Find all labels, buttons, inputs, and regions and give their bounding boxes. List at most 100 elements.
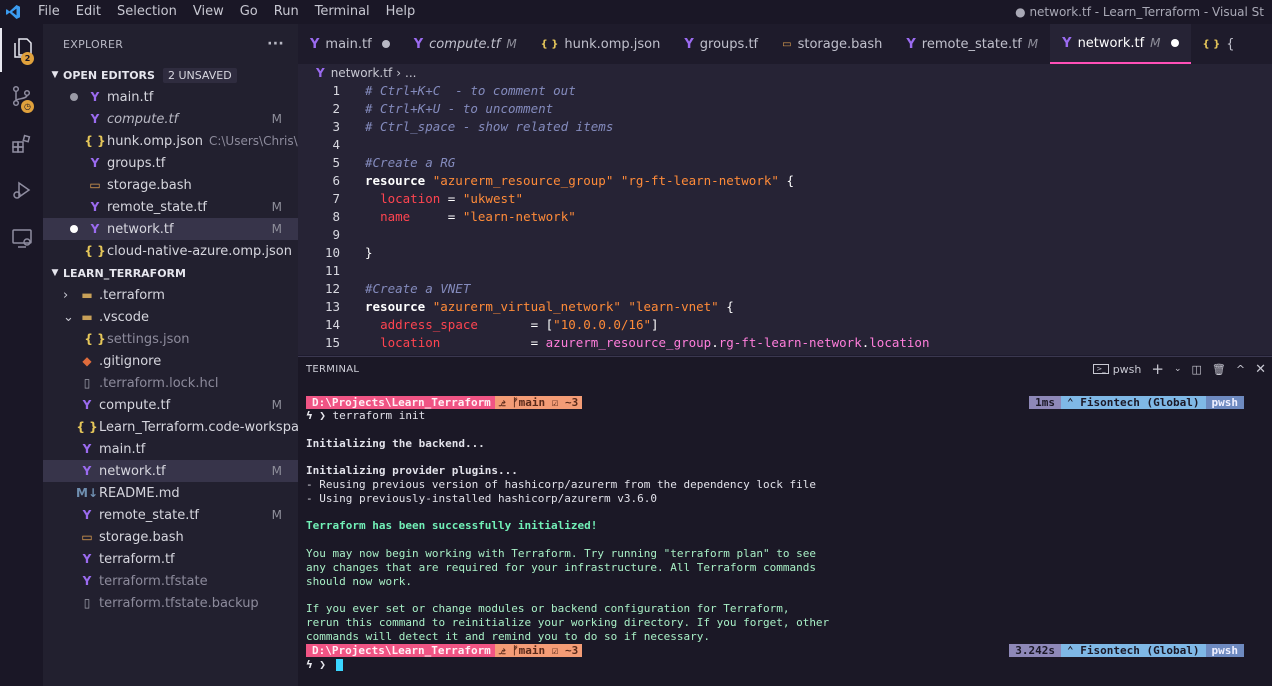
line-number: 9 <box>332 226 340 242</box>
explorer-badge: 2 <box>21 52 34 65</box>
open-editor-item[interactable]: Ygroups.tf <box>43 152 298 174</box>
tree-item[interactable]: ▭ storage.bash <box>43 526 298 548</box>
modified-marker: M <box>271 508 282 522</box>
more-actions-icon[interactable]: ··· <box>267 36 284 52</box>
code-line: 9 <box>298 225 1272 243</box>
open-editor-item[interactable]: Ycompute.tf M <box>43 108 298 130</box>
tree-item[interactable]: { } settings.json <box>43 328 298 350</box>
code-token: { <box>718 298 734 314</box>
tree-item[interactable]: › ▬ .terraform <box>43 284 298 306</box>
chevron-down-icon[interactable]: ⌄ <box>63 310 74 325</box>
menu-item[interactable]: Run <box>266 0 307 24</box>
unsaved-dot-icon[interactable] <box>70 225 78 233</box>
open-editor-item[interactable]: Ymain.tf <box>43 86 298 108</box>
extensions-activity-button[interactable] <box>0 124 43 168</box>
explorer-sidebar: EXPLORER ··· ▼ OPEN EDITORS 2 UNSAVED Ym… <box>43 24 314 686</box>
chevron-down-icon[interactable]: ⌄ <box>1174 364 1182 374</box>
breadcrumb-file[interactable]: network.tf <box>331 66 392 80</box>
remote-explorer-activity-button[interactable] <box>0 218 43 262</box>
editor-tab[interactable]: Ynetwork.tf M <box>1050 24 1191 64</box>
source-control-activity-button[interactable]: ◷ <box>0 76 43 120</box>
editor-tab[interactable]: Ygroups.tf <box>672 24 770 64</box>
git-icon: ◆ <box>82 354 92 368</box>
file-name: compute.tf <box>99 397 171 413</box>
terraform-icon: Y <box>310 36 320 52</box>
menu-item[interactable]: Help <box>378 0 424 24</box>
tree-item[interactable]: Yremote_state.tf M <box>43 504 298 526</box>
chevron-right-icon[interactable]: › <box>63 288 68 303</box>
json-icon: { } <box>84 134 106 148</box>
active-prompt-line[interactable]: ϟ ❯ <box>306 658 1272 672</box>
chevron-up-icon[interactable]: ^ <box>1236 363 1245 376</box>
terminal-shell-button[interactable]: >_ pwsh <box>1093 363 1141 376</box>
code-line: 6 resource "azurerm_resource_group" "rg-f… <box>298 171 1272 189</box>
close-icon[interactable]: ✕ <box>1255 362 1266 377</box>
open-editor-item[interactable]: Yremote_state.tf M <box>43 196 298 218</box>
code-token: rg-ft-learn-network <box>718 334 862 350</box>
file-name: main.tf <box>99 441 146 457</box>
open-editor-item[interactable]: { }cloud-native-azure.omp.jsonC:... <box>43 240 298 262</box>
tree-item[interactable]: Ymain.tf <box>43 438 298 460</box>
title-bar: File Edit Selection View Go Run Terminal Help ●… <box>0 0 1272 24</box>
editor-tab[interactable]: Yremote_state.tf M <box>894 24 1050 64</box>
chevron-right-icon: › <box>396 65 401 80</box>
unsaved-dot-icon[interactable] <box>70 93 78 101</box>
explorer-activity-button[interactable]: 2 <box>0 28 43 72</box>
tree-item[interactable]: ▯ .terraform.lock.hcl <box>43 372 298 394</box>
file-path: C:\Users\Chris\A... <box>208 134 298 148</box>
menu-item[interactable]: File <box>30 0 68 24</box>
menu-item[interactable]: Edit <box>68 0 109 24</box>
editor-tab[interactable]: Ycompute.tf M <box>402 24 529 64</box>
trash-icon[interactable]: 🗑 <box>1212 363 1226 376</box>
tree-item[interactable]: Ynetwork.tf M <box>43 460 298 482</box>
terraform-icon: Y <box>82 574 92 588</box>
terminal-toolbar: >_ pwsh + ⌄ ◫ 🗑 ^ ✕ <box>1093 360 1266 378</box>
shell-label: pwsh <box>1205 644 1244 658</box>
editor-tab[interactable]: { } hunk.omp.json <box>529 24 673 64</box>
line-number: 14 <box>324 316 340 332</box>
modified-marker: M <box>271 464 282 478</box>
menu-item[interactable]: View <box>185 0 232 24</box>
code-editor[interactable]: 1 # Ctrl+K+C - to comment out 2 # Ctrl+K+U … <box>298 81 1272 351</box>
open-editors-section[interactable]: ▼ OPEN EDITORS 2 UNSAVED <box>43 64 298 86</box>
terminal-output[interactable]: D:\Projects\Learn_Terraform ⎇ ᚠmain ☑ ~3… <box>298 395 1272 671</box>
breadcrumb-rest[interactable]: ... <box>405 66 416 80</box>
unsaved-dot-icon[interactable] <box>381 40 390 48</box>
split-terminal-icon[interactable]: ◫ <box>1192 363 1202 376</box>
open-editor-item[interactable]: { }hunk.omp.json C:\Users\Chris\A... <box>43 130 298 152</box>
open-editor-item[interactable]: Ynetwork.tf M <box>43 218 298 240</box>
tree-item[interactable]: Yterraform.tf <box>43 548 298 570</box>
terminal-title[interactable]: TERMINAL <box>306 364 359 375</box>
menu-item[interactable]: Go <box>232 0 266 24</box>
file-name: .vscode <box>99 309 149 325</box>
run-debug-activity-button[interactable] <box>0 170 43 214</box>
code-token: } <box>365 244 373 260</box>
tree-item[interactable]: ◆ .gitignore <box>43 350 298 372</box>
open-editors-label: OPEN EDITORS <box>63 68 155 82</box>
editor-tab[interactable]: ▭ storage.bash <box>770 24 894 64</box>
unsaved-dot-icon[interactable] <box>1170 39 1179 47</box>
editor-tab[interactable]: Ymain.tf <box>298 24 402 64</box>
code-token: location <box>869 334 930 350</box>
code-text: # Ctrl_space - show related items <box>365 119 613 134</box>
tree-item[interactable]: ⌄ ▬ .vscode <box>43 306 298 328</box>
chevron-down-icon: ▼ <box>51 268 59 278</box>
file-name: settings.json <box>107 331 190 347</box>
terminal-output-lines: Initializing the backend... Initializing … <box>306 423 1272 644</box>
editor-tab[interactable]: { } { <box>1191 24 1247 64</box>
project-section[interactable]: ▼ LEARN_TERRAFORM <box>43 262 298 284</box>
file-tree: › ▬ .terraform ⌄ ▬ .vscode{ } settings.json ◆ .g… <box>43 284 314 614</box>
tree-item[interactable]: M↓ README.md <box>43 482 298 504</box>
menu-item[interactable]: Selection <box>109 0 185 24</box>
code-text: resource "azurerm_resource_group" "rg-ft… <box>365 173 794 188</box>
tree-item[interactable]: Ycompute.tf M <box>43 394 298 416</box>
code-text: location = "ukwest" <box>365 191 523 206</box>
tree-item[interactable]: ▯ terraform.tfstate.backup <box>43 592 298 614</box>
menu-item[interactable]: Terminal <box>307 0 378 24</box>
new-terminal-icon[interactable]: + <box>1151 360 1164 378</box>
open-editor-item[interactable]: ▭ storage.bash <box>43 174 298 196</box>
code-text: location = azurerm_resource_group.rg-ft-… <box>365 334 930 350</box>
tree-item[interactable]: { } Learn_Terraform.code-workspace <box>43 416 314 438</box>
tree-item[interactable]: Yterraform.tfstate <box>43 570 298 592</box>
